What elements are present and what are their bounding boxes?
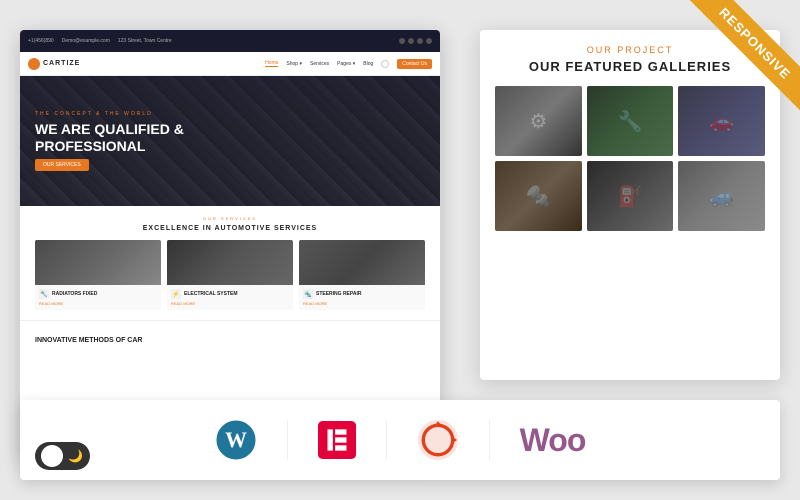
site-nav: CARTIZE Home Shop ▾ Services Pages ▾ Blo…: [20, 52, 440, 76]
instagram-icon: [417, 38, 423, 44]
twitter-icon: [408, 38, 414, 44]
electrical-icon: ⚡: [171, 289, 181, 299]
gallery-item-4[interactable]: [495, 161, 582, 231]
nav-pages[interactable]: Pages ▾: [337, 61, 355, 67]
main-container: +1(456)890 Demo@example.com 123 Street, …: [0, 0, 800, 500]
logo-icon: [28, 58, 40, 70]
hero-cta-button[interactable]: OUR SERVICES: [35, 159, 89, 171]
logo-text: CARTIZE: [43, 60, 80, 67]
nav-home[interactable]: Home: [265, 60, 278, 67]
svg-text:W: W: [225, 428, 247, 452]
service-icon-row-2: ⚡ ELECTRICAL SYSTEM: [171, 289, 289, 299]
services-grid: 🔧 RADIATORS FIXED READ MORE ⚡ ELECTRICAL…: [35, 240, 425, 310]
service-image-1: [35, 240, 161, 285]
gallery-item-1[interactable]: [495, 86, 582, 156]
site-header: +1(456)890 Demo@example.com 123 Street, …: [20, 30, 440, 52]
service-card-3: 🔩 STEERING REPAIR READ MORE: [299, 240, 425, 310]
hero-title: WE ARE QUALIFIED & PROFESSIONAL: [35, 121, 425, 155]
radiator-icon: 🔧: [39, 289, 49, 299]
service-name-2: ELECTRICAL SYSTEM: [184, 291, 238, 297]
nav-blog[interactable]: Blog: [363, 61, 373, 67]
elementor-icon: [318, 421, 356, 459]
service-icon-row-3: 🔩 STEERING REPAIR: [303, 289, 421, 299]
nav-shop[interactable]: Shop ▾: [286, 61, 302, 67]
responsive-badge-text: RESPONSIVE: [687, 0, 800, 111]
wordpress-icon: W: [215, 419, 257, 461]
gallery-item-5[interactable]: [587, 161, 674, 231]
moon-icon: 🌙: [68, 449, 83, 463]
gallery-item-2[interactable]: [587, 86, 674, 156]
service-card-1: 🔧 RADIATORS FIXED READ MORE: [35, 240, 161, 310]
search-icon[interactable]: [381, 60, 389, 68]
website-mockup: +1(456)890 Demo@example.com 123 Street, …: [20, 30, 440, 460]
email-text: Demo@example.com: [62, 38, 110, 44]
service-icon-row-1: 🔧 RADIATORS FIXED: [39, 289, 157, 299]
services-title: EXCELLENCE IN AUTOMOTIVE SERVICES: [35, 225, 425, 232]
bottom-plugin-bar: W Woo: [20, 400, 780, 480]
service-info-3: 🔩 STEERING REPAIR READ MORE: [299, 285, 425, 310]
steering-icon: 🔩: [303, 289, 313, 299]
service-info-1: 🔧 RADIATORS FIXED READ MORE: [35, 285, 161, 310]
site-bottom: INNOVATIVE METHODS OF CAR: [20, 320, 440, 355]
services-subtitle: OUR SERVICES: [35, 216, 425, 221]
bottom-title: INNOVATIVE METHODS OF CAR: [35, 337, 142, 344]
service-read-3[interactable]: READ MORE: [303, 301, 421, 306]
service-image-2: [167, 240, 293, 285]
separator-2: [386, 420, 387, 460]
service-image-3: [299, 240, 425, 285]
service-read-1[interactable]: READ MORE: [39, 301, 157, 306]
service-info-2: ⚡ ELECTRICAL SYSTEM READ MORE: [167, 285, 293, 310]
hero-title-line2: PROFESSIONAL: [35, 138, 145, 154]
responsive-badge: RESPONSIVE: [670, 0, 800, 130]
contact-btn[interactable]: Contact Us: [397, 59, 432, 69]
header-contact: +1(456)890 Demo@example.com 123 Street, …: [28, 38, 172, 44]
services-section: OUR SERVICES EXCELLENCE IN AUTOMOTIVE SE…: [20, 206, 440, 320]
separator-1: [287, 420, 288, 460]
phone-text: +1(456)890: [28, 38, 54, 44]
nav-services[interactable]: Services: [310, 61, 329, 67]
service-name-3: STEERING REPAIR: [316, 291, 361, 297]
nav-links: Home Shop ▾ Services Pages ▾ Blog Contac…: [265, 59, 432, 69]
dark-mode-toggle[interactable]: 🌙: [35, 442, 90, 470]
facebook-icon: [399, 38, 405, 44]
service-read-2[interactable]: READ MORE: [171, 301, 289, 306]
site-logo: CARTIZE: [28, 58, 80, 70]
social-icons: [399, 38, 432, 44]
woocommerce-refresh-icon: [417, 419, 459, 461]
hero-subtitle: THE CONCEPT & THE WORLD: [35, 111, 425, 117]
address-text: 123 Street, Town Centre: [118, 38, 172, 44]
toggle-knob: [41, 445, 63, 467]
youtube-icon: [426, 38, 432, 44]
gallery-item-6[interactable]: [678, 161, 765, 231]
hero-title-line1: WE ARE QUALIFIED &: [35, 121, 184, 137]
hero-section: THE CONCEPT & THE WORLD WE ARE QUALIFIED…: [20, 76, 440, 206]
service-name-1: RADIATORS FIXED: [52, 291, 97, 297]
woo-text: Woo: [520, 422, 586, 459]
service-card-2: ⚡ ELECTRICAL SYSTEM READ MORE: [167, 240, 293, 310]
separator-3: [489, 420, 490, 460]
